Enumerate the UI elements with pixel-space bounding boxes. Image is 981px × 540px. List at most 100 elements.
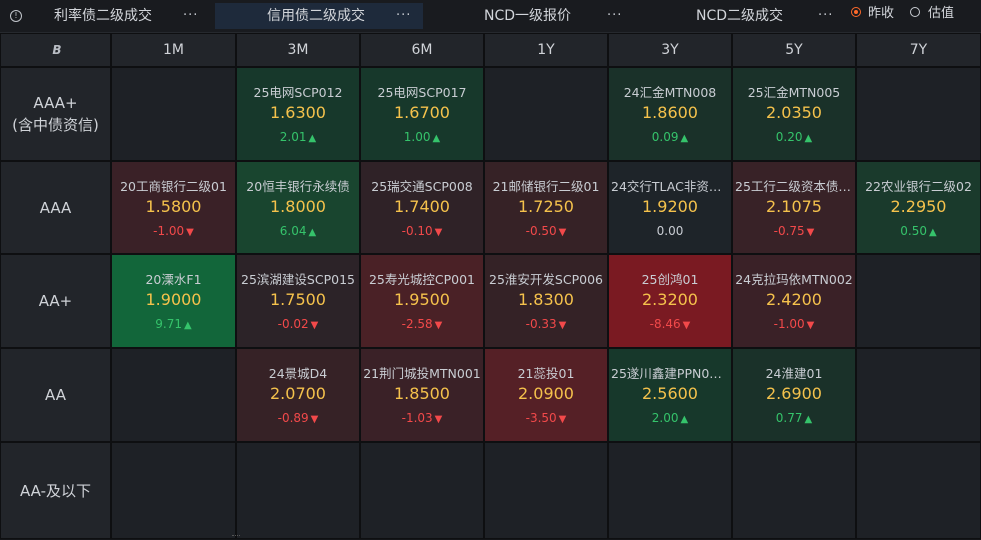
bond-cell[interactable]: 21荆门城投MTN001 1.8500 -1.03 ▼	[360, 348, 484, 442]
arrow-down-icon: ▼	[558, 227, 567, 238]
bond-yield: 2.0350	[766, 103, 822, 122]
arrow-down-icon: ▼	[186, 227, 194, 238]
column-header-1y[interactable]: 1Y	[484, 33, 608, 67]
bond-cell[interactable]: 24汇金MTN008 1.8600 0.09 ▲	[608, 67, 732, 161]
bond-name: 24淮建01	[765, 366, 823, 381]
bond-cell[interactable]: 25汇金MTN005 2.0350 0.20 ▲	[732, 67, 856, 161]
arrow-up-icon: ▲	[432, 133, 441, 144]
radio-prev-close[interactable]	[851, 7, 861, 17]
bond-change: 9.71 ▲	[112, 317, 235, 331]
radio-prev-close-label[interactable]: 昨收	[868, 6, 894, 22]
bond-yield: 1.9500	[394, 290, 450, 309]
bond-change: -0.02 ▼	[237, 317, 359, 331]
bond-cell[interactable]: 25遂川鑫建PPN001A 2.5600 2.00 ▲	[608, 348, 732, 442]
bond-cell[interactable]: 25工行二级资本债0… 2.1075 -0.75 ▼	[732, 161, 856, 254]
arrow-up-icon: ▲	[308, 133, 317, 144]
bond-cell[interactable]: 24交行TLAC非资本… 1.9200 0.00	[608, 161, 732, 254]
bond-name: 21邮储银行二级01	[492, 179, 600, 194]
radio-valuation[interactable]	[910, 7, 920, 17]
bond-change-value: -8.46	[649, 317, 681, 331]
bond-change-value: -3.50	[525, 411, 557, 425]
arrow-up-icon: ▲	[680, 414, 689, 425]
bond-yield: 1.8300	[518, 290, 574, 309]
bond-change: 6.04 ▲	[237, 224, 359, 238]
bond-change: 0.20 ▲	[733, 130, 855, 144]
more-icon[interactable]: ···	[183, 3, 198, 29]
bond-change-value: -0.02	[277, 317, 309, 331]
arrow-up-icon: ▲	[804, 133, 813, 144]
info-icon[interactable]: !	[10, 10, 22, 22]
bond-cell[interactable]: 22农业银行二级02 2.2950 0.50 ▲	[856, 161, 981, 254]
bond-change: -1.00 ▼	[733, 317, 855, 331]
arrow-down-icon: ▼	[310, 320, 319, 331]
brand-logo-icon: B	[52, 43, 62, 57]
bond-cell[interactable]: 25淮安开发SCP006 1.8300 -0.33 ▼	[484, 254, 608, 348]
tab-credit-bond-trades[interactable]: 信用债二级成交 ···	[215, 3, 423, 29]
tab-label: 利率债二级成交	[54, 8, 152, 24]
bond-yield: 2.4200	[766, 290, 822, 309]
bond-cell[interactable]: 24克拉玛依MTN002 2.4200 -1.00 ▼	[732, 254, 856, 348]
bond-cell[interactable]: 24淮建01 2.6900 0.77 ▲	[732, 348, 856, 442]
bond-change-value: -2.58	[401, 317, 433, 331]
bond-cell[interactable]: 20溧水F1 1.9000 9.71 ▲	[111, 254, 236, 348]
bond-change-value: -0.50	[525, 224, 557, 238]
bond-cell[interactable]: 21邮储银行二级01 1.7250 -0.50 ▼	[484, 161, 608, 254]
arrow-down-icon: ▼	[806, 227, 815, 238]
bond-cell[interactable]: 24景城D4 2.0700 -0.89 ▼	[236, 348, 360, 442]
bond-name: 20恒丰银行永续债	[246, 179, 350, 194]
bond-yield: 2.3200	[642, 290, 698, 309]
empty-cell	[856, 442, 981, 539]
more-icon[interactable]: ···	[818, 3, 833, 29]
column-header-6m[interactable]: 6M	[360, 33, 484, 67]
more-icon[interactable]: ···	[607, 3, 622, 29]
bond-cell[interactable]: 25寿光城控CP001 1.9500 -2.58 ▼	[360, 254, 484, 348]
bond-name: 25电网SCP012	[253, 85, 343, 100]
bond-cell[interactable]: 25滨湖建设SCP015 1.7500 -0.02 ▼	[236, 254, 360, 348]
tab-rate-bond-trades[interactable]: 利率债二级成交 ···	[40, 3, 210, 29]
bond-change-value: 0.50	[900, 224, 927, 238]
bond-change: -8.46 ▼	[609, 317, 731, 331]
bond-yield: 1.6300	[270, 103, 326, 122]
tab-ncd-secondary-trades[interactable]: NCD二级成交 ···	[640, 3, 840, 29]
arrow-down-icon: ▼	[434, 227, 443, 238]
tab-ncd-primary-quotes[interactable]: NCD一级报价 ···	[430, 3, 630, 29]
bond-name: 21蕊投01	[517, 366, 575, 381]
bond-change-value: 2.01	[279, 130, 307, 144]
more-icon[interactable]: ···	[396, 3, 411, 29]
arrow-down-icon: ▼	[682, 320, 691, 331]
bond-change-value: -1.03	[401, 411, 433, 425]
bond-cell[interactable]: 25瑞交通SCP008 1.7400 -0.10 ▼	[360, 161, 484, 254]
bond-yield: 2.0900	[518, 384, 574, 403]
bond-change: -0.33 ▼	[485, 317, 607, 331]
bond-name: 25工行二级资本债0…	[735, 179, 853, 194]
bond-change: 1.00 ▲	[361, 130, 483, 144]
row-label: AAA+ (含中债资信)	[0, 67, 111, 161]
column-header-3y[interactable]: 3Y	[608, 33, 732, 67]
bond-change-value: 0.20	[775, 130, 803, 144]
column-header-1m[interactable]: 1M	[111, 33, 236, 67]
arrow-up-icon: ▲	[929, 227, 937, 238]
empty-cell	[608, 442, 732, 539]
bond-yield: 1.9000	[145, 290, 202, 309]
row-label-text: AA+	[38, 292, 73, 310]
bond-cell[interactable]: 20工商银行二级01 1.5800 -1.00 ▼	[111, 161, 236, 254]
bond-yield: 2.2950	[890, 197, 947, 216]
bond-yield: 2.5600	[642, 384, 698, 403]
column-header-3m[interactable]: 3M	[236, 33, 360, 67]
radio-valuation-label[interactable]: 估值	[928, 6, 954, 22]
bond-cell[interactable]: 25创鸿01 2.3200 -8.46 ▼	[608, 254, 732, 348]
bond-change: -1.00 ▼	[112, 224, 235, 238]
bond-cell[interactable]: 21蕊投01 2.0900 -3.50 ▼	[484, 348, 608, 442]
bond-cell[interactable]: 20恒丰银行永续债 1.8000 6.04 ▲	[236, 161, 360, 254]
bond-yield: 1.9200	[642, 197, 698, 216]
column-header-7y[interactable]: 7Y	[856, 33, 981, 67]
bond-change: 0.09 ▲	[609, 130, 731, 144]
bond-change: -0.75 ▼	[733, 224, 855, 238]
tab-label: NCD二级成交	[696, 8, 784, 24]
column-header-5y[interactable]: 5Y	[732, 33, 856, 67]
bond-cell[interactable]: 25电网SCP017 1.6700 1.00 ▲	[360, 67, 484, 161]
resize-handle[interactable]	[232, 535, 240, 540]
empty-cell	[856, 348, 981, 442]
bond-cell[interactable]: 25电网SCP012 1.6300 2.01 ▲	[236, 67, 360, 161]
bond-change: -1.03 ▼	[361, 411, 483, 425]
